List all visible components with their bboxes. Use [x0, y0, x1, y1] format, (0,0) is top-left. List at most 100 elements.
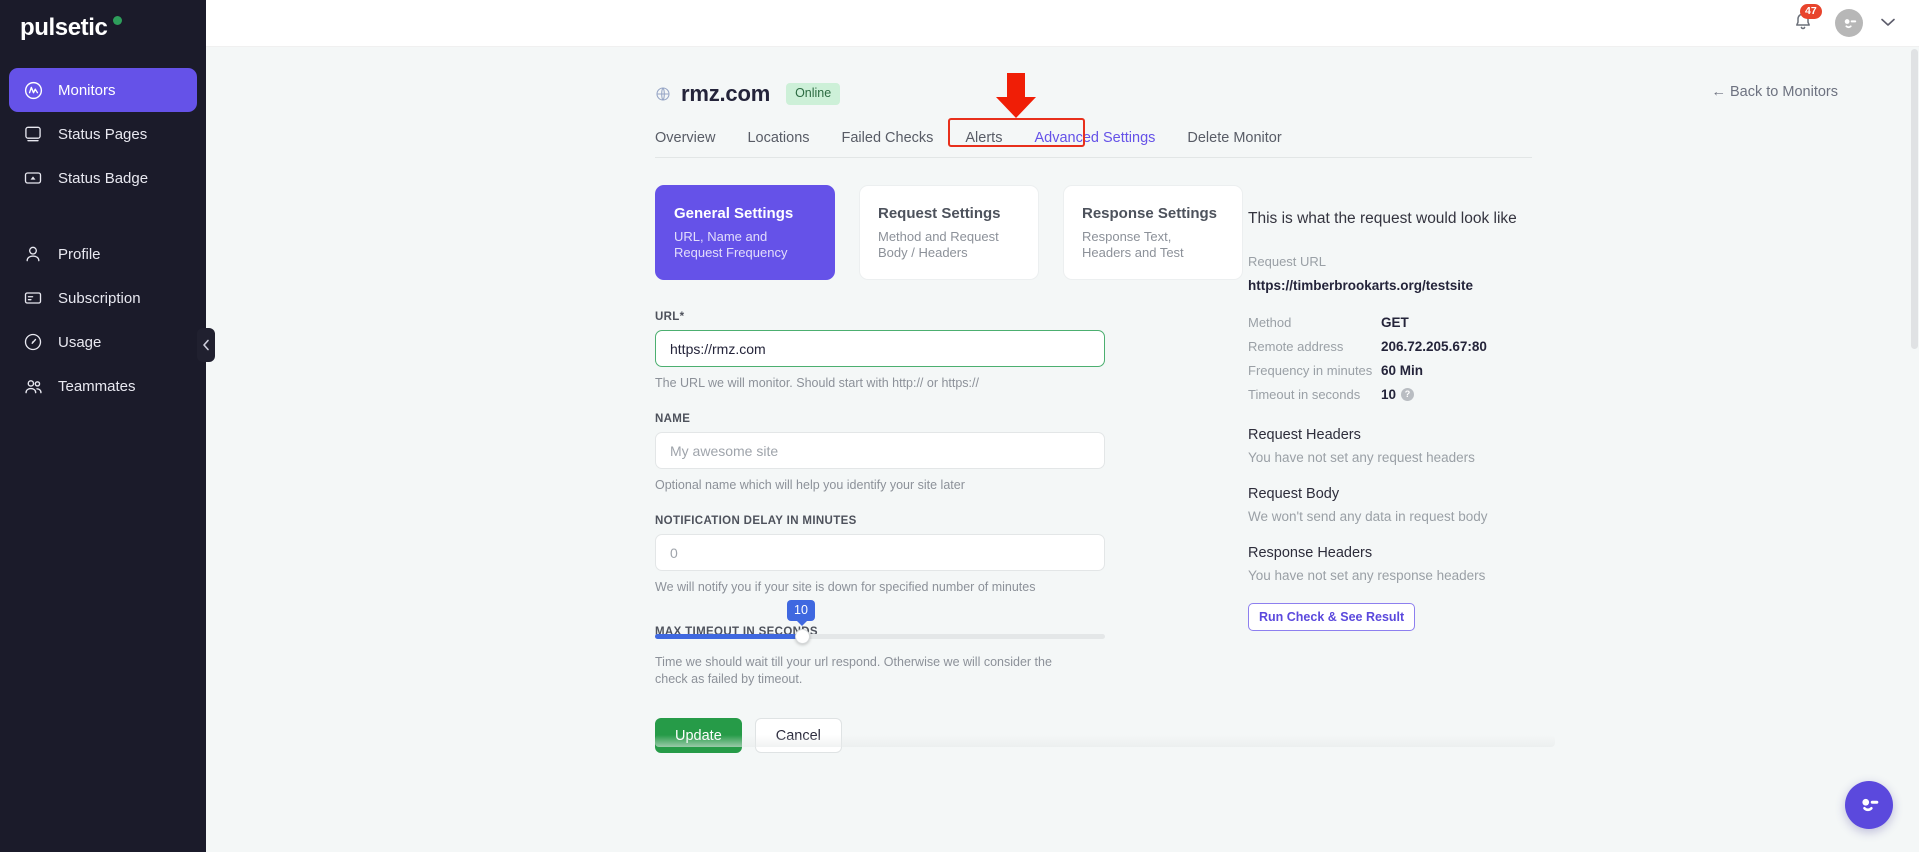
notification-badge: 47	[1800, 4, 1822, 19]
sidebar-item-label: Subscription	[58, 289, 141, 307]
block-heading: Request Body	[1248, 486, 1340, 502]
brand-name: pulsetic	[20, 14, 108, 41]
chat-support-button[interactable]	[1845, 781, 1893, 829]
request-url-value: https://timberbrookarts.org/testsite	[1248, 278, 1474, 293]
request-details-table: Method GET Remote address 206.72.205.67:…	[1248, 310, 1688, 406]
brand-logo[interactable]: pulsetic	[0, 0, 206, 58]
sidebar-item-teammates[interactable]: Teammates	[9, 364, 197, 408]
chat-support-icon	[1862, 798, 1879, 812]
field-url: URL* The URL we will monitor. Should sta…	[655, 311, 1206, 392]
monitor-pulse-icon	[22, 79, 44, 101]
slider-value-bubble: 10	[787, 600, 815, 626]
row-value: 206.72.205.67:80	[1381, 338, 1487, 354]
card-general-settings[interactable]: General Settings URL, Name and Request F…	[655, 185, 835, 280]
run-check-button[interactable]: Run Check & See Result	[1248, 603, 1416, 631]
max-timeout-slider[interactable]: 10	[655, 600, 1105, 646]
name-hint: Optional name which will help you identi…	[655, 478, 965, 492]
scrollbar-thumb[interactable]	[1911, 49, 1918, 349]
row-key: Frequency in minutes	[1248, 362, 1373, 378]
tabs: Overview Locations Failed Checks Alerts …	[655, 125, 1532, 158]
block-heading: Response Headers	[1248, 545, 1373, 561]
sidebar-nav-primary: Monitors Status Pages Status Badge Profi…	[0, 58, 206, 408]
sidebar-item-status-pages[interactable]: Status Pages	[9, 112, 197, 156]
table-row: Remote address 206.72.205.67:80	[1248, 334, 1688, 358]
content-bottom-fade	[655, 735, 1555, 747]
sidebar-item-label: Monitors	[58, 81, 116, 99]
max-timeout-hint: Time we should wait till your url respon…	[655, 655, 1052, 686]
sidebar-item-label: Status Badge	[58, 169, 149, 187]
sidebar-item-usage[interactable]: Usage	[9, 320, 197, 364]
tabs-container: Overview Locations Failed Checks Alerts …	[206, 73, 1919, 158]
notification-delay-input[interactable]	[655, 534, 1105, 571]
table-row: Method GET	[1248, 310, 1688, 334]
sidebar-item-monitors[interactable]: Monitors	[9, 68, 197, 112]
app-root: pulsetic Monitors Status Pages Status Ba…	[0, 0, 1919, 852]
card-title: General Settings	[674, 205, 794, 222]
notifications-button[interactable]: 47	[1791, 4, 1822, 36]
back-to-monitors-link[interactable]: ← Back to Monitors	[1711, 84, 1838, 100]
field-name: NAME Optional name which will help you i…	[655, 413, 1206, 494]
tab-overview[interactable]: Overview	[655, 125, 715, 157]
notification-delay-label: NOTIFICATION DELAY IN MINUTES	[655, 515, 857, 527]
status-page-icon	[22, 123, 44, 145]
page-header: rmz.com Online	[206, 79, 1919, 109]
url-hint: The URL we will monitor. Should start wi…	[655, 376, 979, 390]
card-subtitle: Response Text, Headers and Test	[1082, 229, 1184, 260]
card-subtitle: Method and Request Body / Headers	[878, 229, 999, 260]
request-headers-block: Request Headers You have not set any req…	[1248, 427, 1688, 465]
name-label: NAME	[655, 413, 691, 425]
tab-alerts[interactable]: Alerts	[965, 125, 1002, 157]
card-title: Response Settings	[1082, 205, 1218, 222]
page-scrollbar[interactable]	[1910, 47, 1919, 852]
tab-failed-checks[interactable]: Failed Checks	[842, 125, 934, 157]
notification-delay-hint: We will notify you if your site is down …	[655, 580, 1036, 594]
sidebar-divider-space	[9, 200, 197, 232]
row-value: 60 Min	[1381, 362, 1424, 378]
user-avatar-icon[interactable]	[1835, 9, 1863, 37]
status-badge: Online	[786, 83, 841, 105]
slider-fill	[655, 634, 802, 639]
card-subtitle: URL, Name and Request Frequency	[674, 229, 788, 260]
row-key: Timeout in seconds	[1248, 386, 1361, 402]
card-title: Request Settings	[878, 205, 1001, 222]
usage-gauge-icon	[22, 331, 44, 353]
table-row: Timeout in seconds 10 ?	[1248, 382, 1688, 406]
status-badge-icon	[22, 167, 44, 189]
sidebar: pulsetic Monitors Status Pages Status Ba…	[0, 0, 215, 852]
chevron-down-icon[interactable]	[1881, 16, 1895, 30]
sidebar-item-label: Teammates	[58, 377, 136, 395]
block-text: You have not set any response headers	[1248, 568, 1486, 583]
url-input[interactable]	[655, 330, 1105, 367]
field-notification-delay: NOTIFICATION DELAY IN MINUTES We will no…	[655, 515, 1206, 596]
url-label: URL*	[655, 311, 685, 323]
globe-icon	[655, 86, 671, 102]
row-key: Method	[1248, 314, 1292, 330]
row-key: Remote address	[1248, 338, 1344, 354]
card-response-settings[interactable]: Response Settings Response Text, Headers…	[1063, 185, 1243, 280]
block-text: You have not set any request headers	[1248, 450, 1475, 465]
tab-locations[interactable]: Locations	[747, 125, 809, 157]
table-row: Frequency in minutes 60 Min	[1248, 358, 1688, 382]
subscription-icon	[22, 287, 44, 309]
request-body-block: Request Body We won't send any data in r…	[1248, 486, 1688, 524]
preview-title: This is what the request would look like	[1248, 210, 1517, 227]
row-value: 10	[1381, 386, 1397, 402]
sidebar-item-subscription[interactable]: Subscription	[9, 276, 197, 320]
teammates-icon	[22, 375, 44, 397]
general-settings-form: URL* The URL we will monitor. Should sta…	[206, 311, 1206, 753]
sidebar-item-profile[interactable]: Profile	[9, 232, 197, 276]
card-request-settings[interactable]: Request Settings Method and Request Body…	[859, 185, 1039, 280]
profile-icon	[22, 243, 44, 265]
sidebar-item-label: Usage	[58, 333, 102, 351]
topbar: 47	[206, 0, 1919, 47]
slider-thumb[interactable]	[795, 629, 810, 644]
name-input[interactable]	[655, 432, 1105, 469]
sidebar-item-status-badge[interactable]: Status Badge	[9, 156, 197, 200]
help-icon[interactable]: ?	[1401, 387, 1415, 401]
sidebar-collapse-button[interactable]	[197, 328, 215, 362]
block-heading: Request Headers	[1248, 427, 1361, 443]
tab-delete-monitor[interactable]: Delete Monitor	[1187, 125, 1281, 157]
page-content: rmz.com Online ← Back to Monitors Overvi…	[206, 47, 1919, 753]
tab-advanced-settings[interactable]: Advanced Settings	[1034, 125, 1155, 157]
page-title: rmz.com	[681, 81, 771, 106]
